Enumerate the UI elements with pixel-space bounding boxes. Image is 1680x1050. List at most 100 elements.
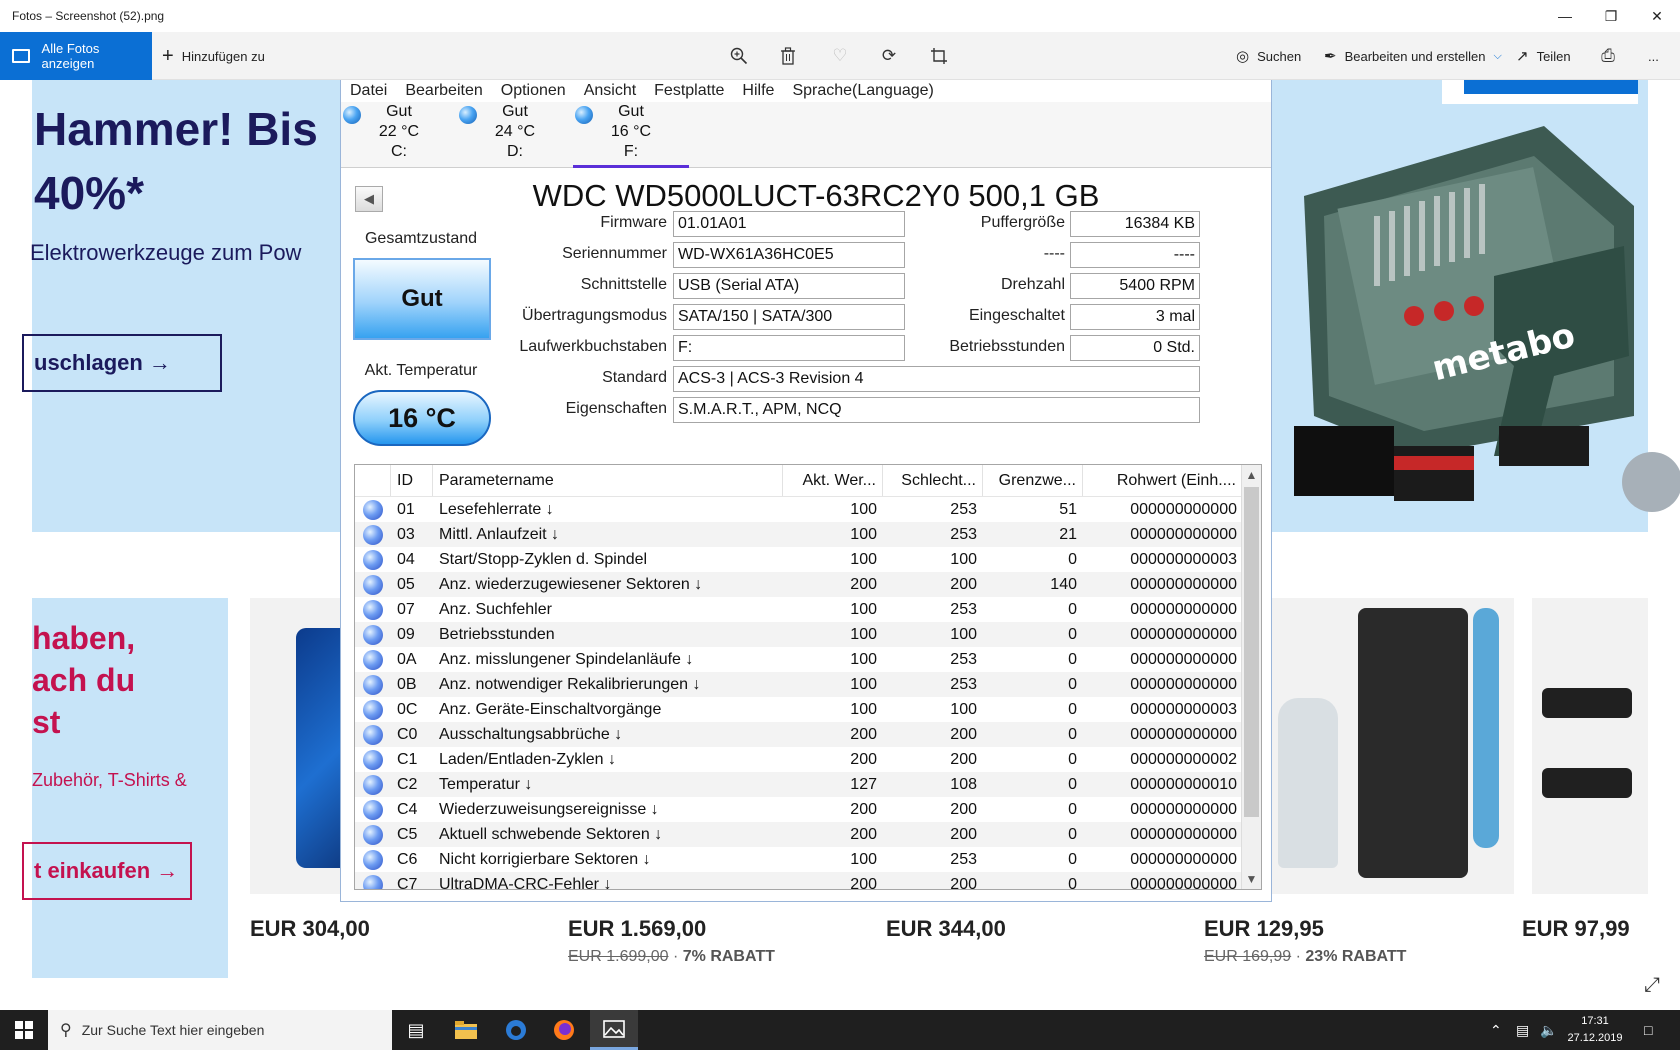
add-to-button[interactable]: + Hinzufügen zu	[162, 32, 265, 80]
menu-language[interactable]: Sprache(Language)	[783, 80, 942, 102]
crop-icon[interactable]	[927, 44, 951, 68]
product-image-vacuum[interactable]	[1532, 598, 1648, 894]
drive-tab-f[interactable]: Gut 16 °C F:	[573, 102, 689, 168]
col-current[interactable]: Akt. Wer...	[783, 465, 883, 496]
minimize-button[interactable]: —	[1542, 0, 1588, 32]
name-cell: Ausschaltungsabbrüche ↓	[439, 726, 623, 743]
col-name[interactable]: Parametername	[433, 465, 783, 496]
table-body: 01 Lesefehlerrate ↓ 100 253 51 000000000000 03…	[355, 497, 1243, 889]
all-photos-button[interactable]: Alle Fotos anzeigen	[0, 32, 152, 80]
status-dot-icon	[363, 800, 383, 820]
scroll-up-icon[interactable]: ▲	[1242, 465, 1261, 485]
file-explorer-icon[interactable]	[442, 1010, 490, 1050]
table-row[interactable]: C0 Ausschaltungsabbrüche ↓ 200 200 0 00000000…	[355, 722, 1243, 747]
table-row[interactable]: 01 Lesefehlerrate ↓ 100 253 51 000000000000	[355, 497, 1243, 522]
menu-disk[interactable]: Festplatte	[645, 80, 733, 102]
table-row[interactable]: 03 Mittl. Anlaufzeit ↓ 100 253 21 00000000000…	[355, 522, 1243, 547]
current-cell: 200	[850, 826, 877, 843]
table-row[interactable]: 04 Start/Stopp-Zyklen d. Spindel 100 100 0 00…	[355, 547, 1243, 572]
firmware-label: Firmware	[600, 214, 667, 231]
card-cta-button[interactable]: t einkaufen →	[22, 842, 192, 900]
photos-app-icon[interactable]	[590, 1010, 638, 1050]
col-status[interactable]	[355, 465, 391, 496]
name-cell: Anz. wiederzugewiesener Sektoren ↓	[439, 576, 703, 593]
search-button[interactable]: ◎ Suchen	[1236, 32, 1301, 80]
table-row[interactable]: C4 Wiederzuweisungsereignisse ↓ 200 200 0 000…	[355, 797, 1243, 822]
price-4: EUR 129,95	[1204, 916, 1324, 941]
col-worst[interactable]: Schlecht...	[883, 465, 983, 496]
notification-icon[interactable]: □	[1644, 1010, 1652, 1050]
id-cell: 0C	[397, 701, 418, 718]
task-view-icon[interactable]: ▤	[392, 1010, 440, 1050]
rotate-icon[interactable]: ⟳	[877, 44, 901, 68]
price-3: EUR 344,00	[886, 916, 1006, 941]
menu-help[interactable]: Hilfe	[733, 80, 783, 102]
start-button[interactable]	[0, 1010, 48, 1050]
table-row[interactable]: 0C Anz. Geräte-Einschaltvorgänge 100 100 0 00…	[355, 697, 1243, 722]
carousel-next-button[interactable]	[1622, 452, 1680, 512]
temperature-badge[interactable]: 16 °C	[353, 390, 491, 446]
table-row[interactable]: 07 Anz. Suchfehler 100 253 0 000000000000	[355, 597, 1243, 622]
table-scrollbar[interactable]: ▲ ▼	[1241, 465, 1261, 889]
banner-cta-button[interactable]: uschlagen →	[22, 334, 222, 392]
table-row[interactable]: C5 Aktuell schwebende Sektoren ↓ 200 200 0 00…	[355, 822, 1243, 847]
name-cell: Wiederzuweisungsereignisse ↓	[439, 801, 659, 818]
table-row[interactable]: 09 Betriebsstunden 100 100 0 000000000000	[355, 622, 1243, 647]
print-icon[interactable]: ⎙	[1596, 44, 1620, 68]
network-icon[interactable]: ▤	[1516, 1010, 1529, 1050]
col-threshold[interactable]: Grenzwe...	[983, 465, 1083, 496]
drive-tab-d[interactable]: Gut 24 °C D:	[457, 102, 573, 168]
raw-cell: 000000000000	[1130, 501, 1237, 518]
share-button[interactable]: ↗ Teilen	[1516, 32, 1571, 80]
table-row[interactable]: C2 Temperatur ↓ 127 108 0 000000000010	[355, 772, 1243, 797]
worst-cell: 200	[950, 576, 977, 593]
table-row[interactable]: 0B Anz. notwendiger Rekalibrierungen ↓ 100…	[355, 672, 1243, 697]
status-cell	[355, 747, 391, 772]
standard-label: Standard	[602, 369, 667, 386]
menu-options[interactable]: Optionen	[492, 80, 575, 102]
status-dot-icon	[363, 750, 383, 770]
table-row[interactable]: 0A Anz. misslungener Spindelanläufe ↓ 100 2…	[355, 647, 1243, 672]
window-title: Fotos – Screenshot (52).png	[12, 9, 165, 23]
taskbar-search-input[interactable]: ⚲ Zur Suche Text hier eingeben	[48, 1010, 392, 1050]
raw-cell: 000000000003	[1130, 551, 1237, 568]
product-image-sodastream[interactable]	[1268, 598, 1514, 894]
id-cell: C5	[397, 826, 418, 843]
firefox-icon[interactable]	[540, 1010, 588, 1050]
more-button[interactable]: ...	[1648, 32, 1659, 80]
interface-label: Schnittstelle	[580, 276, 667, 293]
worst-cell: 253	[950, 526, 977, 543]
zoom-icon[interactable]	[727, 44, 751, 68]
tray-chevron-icon[interactable]: ⌃	[1490, 1010, 1502, 1050]
expand-icon[interactable]: ⤢	[1644, 974, 1668, 998]
health-status-badge[interactable]: Gut	[353, 258, 491, 340]
restore-button[interactable]: ❐	[1588, 0, 1634, 32]
table-row[interactable]: C1 Laden/Entladen-Zyklen ↓ 200 200 0 00000000…	[355, 747, 1243, 772]
edge-browser-icon[interactable]	[492, 1010, 540, 1050]
menu-file[interactable]: Datei	[341, 80, 396, 102]
banner-top-strip	[1442, 80, 1638, 104]
worst-cell: 200	[950, 751, 977, 768]
delete-icon[interactable]	[776, 44, 800, 68]
edit-create-button[interactable]: ✒ Bearbeiten und erstellen ⌵	[1324, 32, 1502, 80]
buffer-size-label: Puffergröße	[980, 214, 1065, 231]
volume-icon[interactable]: 🔈	[1540, 1010, 1557, 1050]
heart-icon[interactable]: ♡	[828, 44, 852, 68]
menu-edit[interactable]: Bearbeiten	[396, 80, 491, 102]
close-button[interactable]: ✕	[1634, 0, 1680, 32]
drive-tab-c[interactable]: Gut 22 °C C:	[341, 102, 457, 168]
smart-attributes-table[interactable]: ID Parametername Akt. Wer... Schlecht...…	[354, 464, 1262, 890]
add-to-label: Hinzufügen zu	[181, 48, 265, 64]
status-dot-icon	[363, 775, 383, 795]
menu-view[interactable]: Ansicht	[575, 80, 645, 102]
table-row[interactable]: 05 Anz. wiederzugewiesener Sektoren ↓ 200 2…	[355, 572, 1243, 597]
table-row[interactable]: C6 Nicht korrigierbare Sektoren ↓ 100 253 0 0…	[355, 847, 1243, 872]
scroll-down-icon[interactable]: ▼	[1242, 869, 1261, 889]
col-id[interactable]: ID	[391, 465, 433, 496]
scroll-thumb[interactable]	[1244, 487, 1259, 817]
table-row[interactable]: C7 UltraDMA-CRC-Fehler ↓ 200 200 0 0000000000…	[355, 872, 1243, 889]
worst-cell: 108	[950, 776, 977, 793]
col-raw[interactable]: Rohwert (Einh....	[1083, 465, 1243, 496]
taskbar-clock[interactable]: 17:31 27.12.2019	[1560, 1013, 1630, 1047]
status-cell	[355, 697, 391, 722]
